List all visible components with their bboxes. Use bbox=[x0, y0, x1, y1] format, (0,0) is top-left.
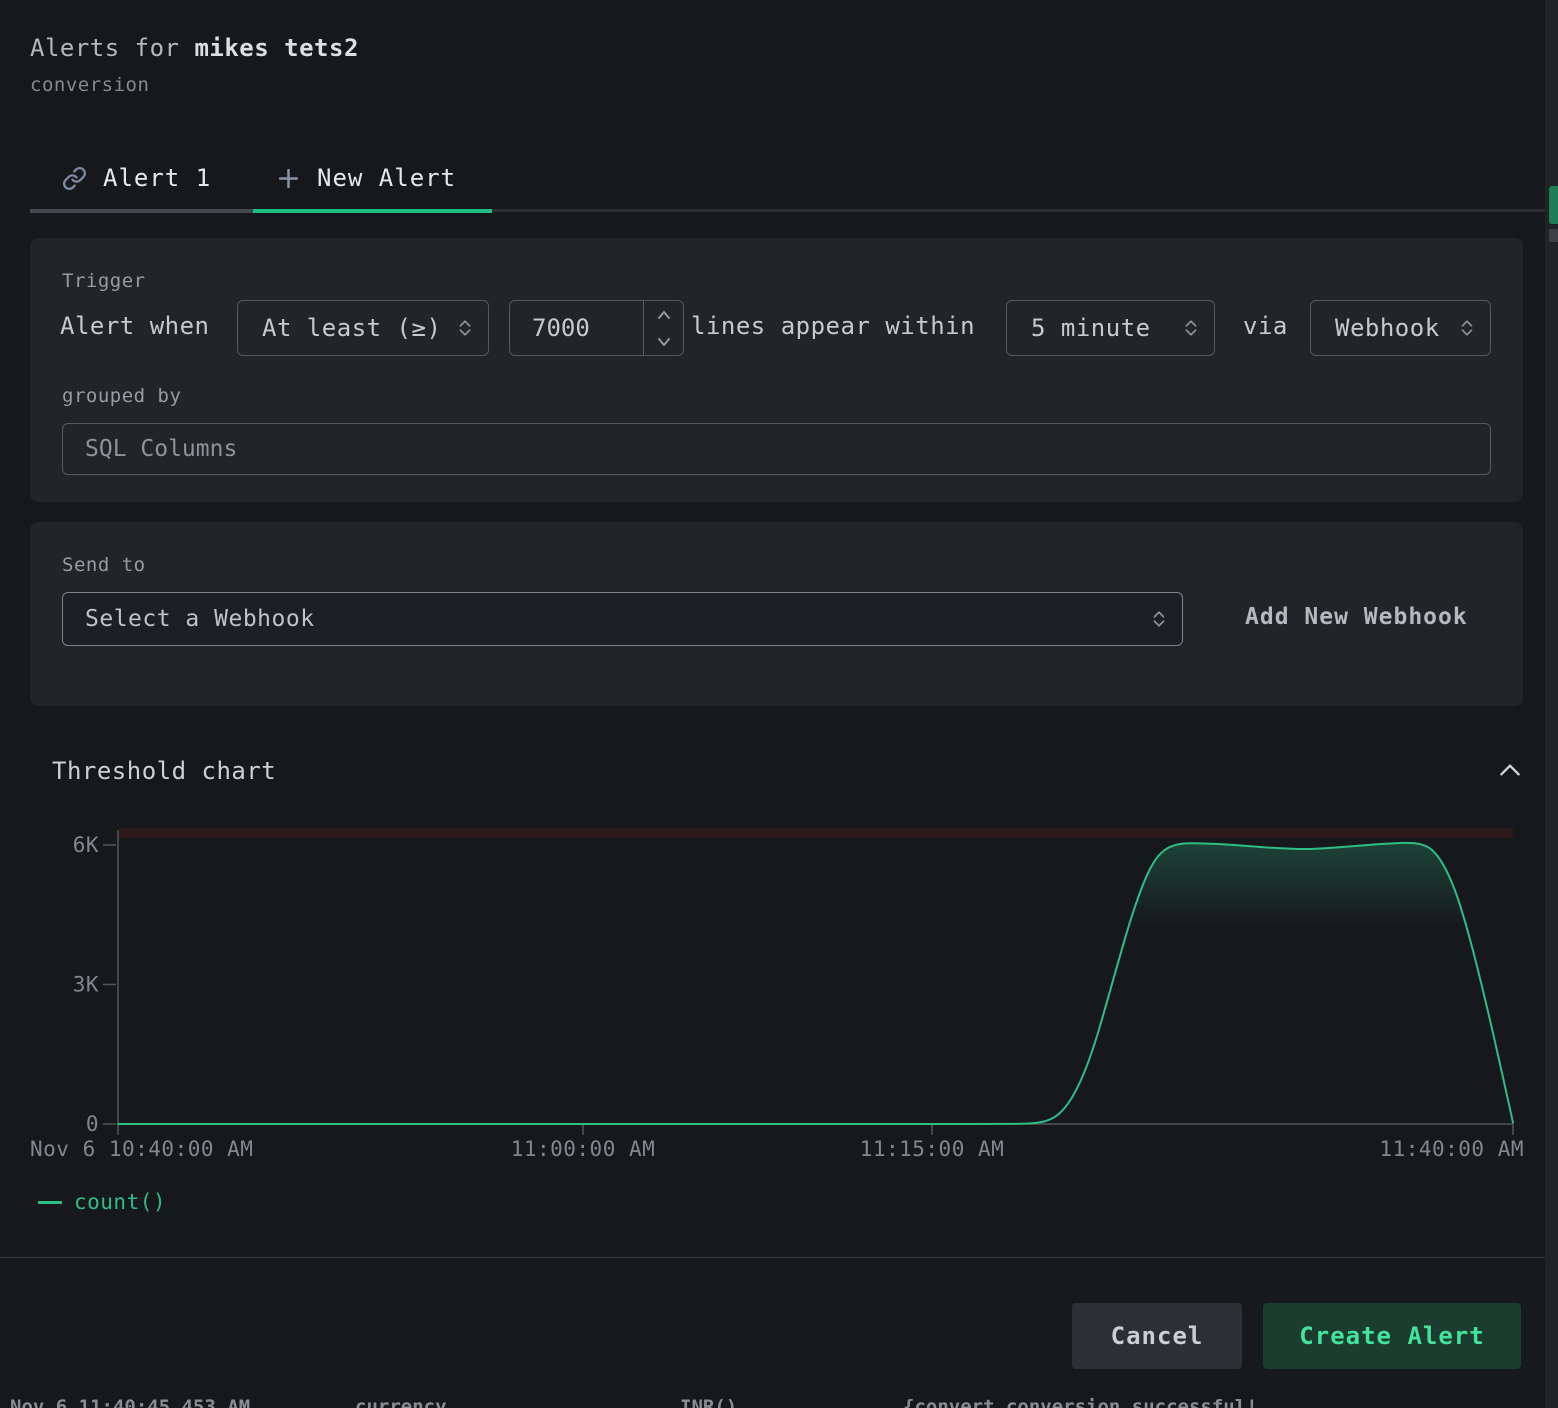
svg-text:11:00:00 AM: 11:00:00 AM bbox=[511, 1137, 656, 1161]
collapse-chart-button[interactable] bbox=[1494, 754, 1526, 786]
tab-new-alert-label: New Alert bbox=[317, 164, 456, 192]
channel-select[interactable]: Webhook bbox=[1310, 300, 1491, 356]
webhook-select[interactable]: Select a Webhook bbox=[62, 592, 1183, 646]
page-subtitle: conversion bbox=[30, 74, 149, 96]
alert-when-text: Alert when bbox=[60, 312, 210, 340]
tab-new-alert-active-underline bbox=[253, 209, 492, 213]
background-log-service: currency bbox=[355, 1396, 447, 1408]
threshold-value-input[interactable] bbox=[510, 301, 643, 355]
time-window-value: 5 minute bbox=[1031, 314, 1151, 342]
plus-icon bbox=[276, 166, 301, 191]
threshold-chart: 0 3K 6K Nov 6 10:40:00 AM 11:00:00 AM 11:15:0… bbox=[0, 818, 1558, 1173]
send-to-section: Send to Select a Webhook Add New Webhook bbox=[30, 522, 1523, 706]
threshold-band bbox=[118, 828, 1513, 838]
underlying-green-button-fragment bbox=[1549, 186, 1558, 224]
threshold-operator-select[interactable]: At least (≥) bbox=[237, 300, 489, 356]
stepper-down-button[interactable] bbox=[644, 328, 683, 355]
threshold-stepper bbox=[643, 301, 683, 355]
chevron-updown-icon bbox=[1458, 318, 1476, 338]
legend-series-label: count() bbox=[74, 1190, 166, 1214]
svg-text:Nov 6 10:40:00 AM: Nov 6 10:40:00 AM bbox=[30, 1137, 253, 1161]
page-title-source: mikes tets2 bbox=[194, 34, 358, 62]
chevron-down-icon bbox=[656, 336, 672, 348]
tab-new-alert[interactable]: New Alert bbox=[276, 158, 456, 198]
page-title: Alerts for mikes tets2 bbox=[30, 34, 359, 62]
grouped-by-label: grouped by bbox=[62, 385, 181, 407]
add-new-webhook-button[interactable]: Add New Webhook bbox=[1245, 604, 1468, 630]
tab-alert-1[interactable]: Alert 1 bbox=[62, 158, 211, 198]
link-icon bbox=[62, 166, 87, 191]
trigger-label: Trigger bbox=[62, 270, 146, 292]
svg-text:0: 0 bbox=[86, 1112, 99, 1136]
create-alert-modal: Alerts for mikes tets2 conversion Alert … bbox=[0, 0, 1558, 1408]
create-alert-button[interactable]: Create Alert bbox=[1263, 1303, 1521, 1369]
threshold-value-field[interactable] bbox=[509, 300, 684, 356]
tab-alert-1-underline bbox=[30, 209, 253, 213]
chart-legend: count() bbox=[38, 1190, 166, 1214]
svg-text:3K: 3K bbox=[73, 973, 99, 997]
chevron-updown-icon bbox=[456, 318, 474, 338]
svg-text:6K: 6K bbox=[73, 833, 99, 857]
trigger-section: Trigger Alert when At least (≥) lines ap… bbox=[30, 238, 1523, 502]
chevron-up-icon bbox=[656, 309, 672, 321]
tab-alert-1-label: Alert 1 bbox=[103, 164, 211, 192]
chevron-updown-icon bbox=[1182, 318, 1200, 338]
time-window-select[interactable]: 5 minute bbox=[1006, 300, 1215, 356]
group-by-input[interactable] bbox=[62, 423, 1491, 475]
legend-line-swatch bbox=[38, 1201, 62, 1204]
background-log-message: {convert conversion successful! bbox=[903, 1396, 1258, 1408]
threshold-chart-title: Threshold chart bbox=[52, 757, 276, 785]
cancel-button[interactable]: Cancel bbox=[1072, 1303, 1242, 1369]
webhook-select-value: Select a Webhook bbox=[85, 606, 315, 632]
stepper-up-button[interactable] bbox=[644, 301, 683, 328]
threshold-operator-value: At least (≥) bbox=[262, 314, 441, 342]
svg-text:11:40:00 AM: 11:40:00 AM bbox=[1379, 1137, 1524, 1161]
channel-value: Webhook bbox=[1335, 314, 1440, 342]
svg-text:11:15:00 AM: 11:15:00 AM bbox=[860, 1137, 1005, 1161]
send-to-label: Send to bbox=[62, 554, 146, 576]
background-log-field: INR() bbox=[680, 1396, 737, 1408]
page-title-prefix: Alerts for bbox=[30, 34, 194, 62]
chevron-updown-icon bbox=[1150, 609, 1168, 629]
footer-divider bbox=[0, 1257, 1545, 1258]
background-log-row: Nov 6 11:40:45.453 AM currency INR() {co… bbox=[0, 1394, 1545, 1408]
via-text: via bbox=[1243, 312, 1288, 340]
chevron-up-icon bbox=[1496, 756, 1524, 784]
underlying-gray-fragment bbox=[1549, 229, 1558, 242]
background-log-timestamp: Nov 6 11:40:45.453 AM bbox=[10, 1396, 250, 1408]
lines-appear-text: lines appear within bbox=[691, 312, 975, 340]
